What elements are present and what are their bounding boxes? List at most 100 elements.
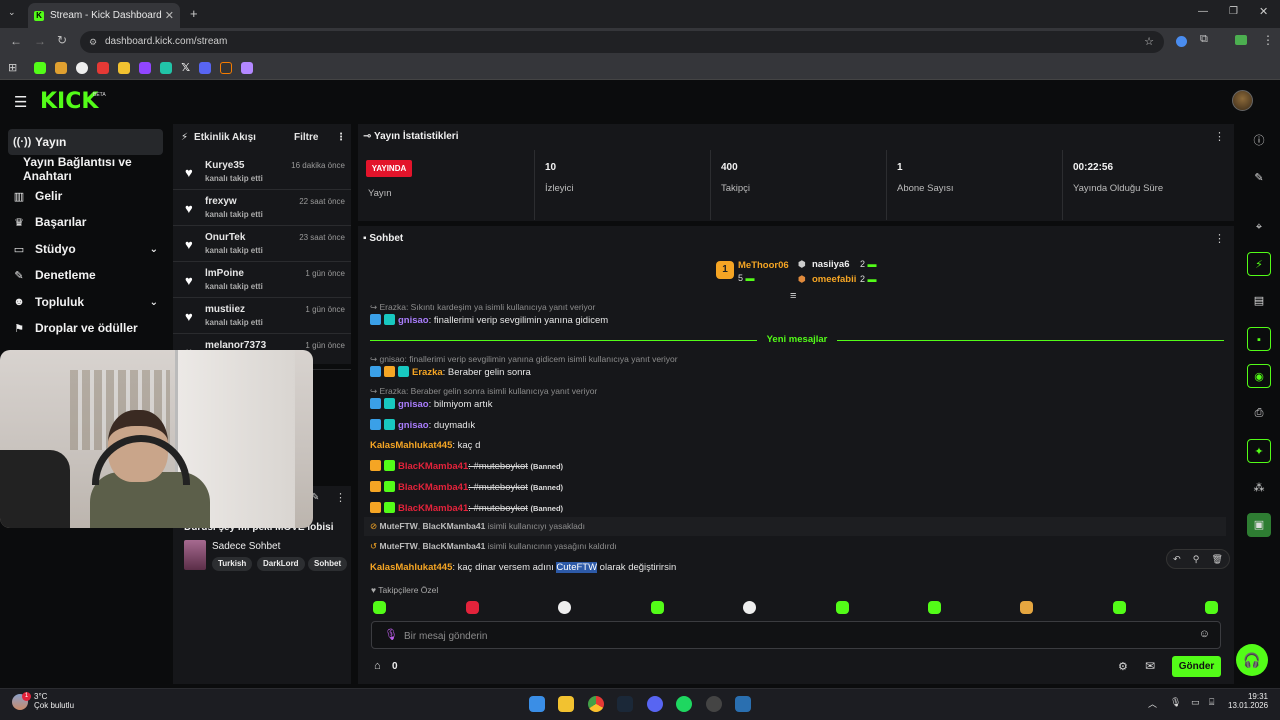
emote-icon[interactable]: [743, 601, 756, 614]
minimize-icon[interactable]: —: [1198, 6, 1208, 17]
tag-chip[interactable]: Turkish: [212, 557, 253, 571]
chat-message[interactable]: gnisao: finallerimi verip sevgilimin yan…: [370, 314, 608, 326]
tab-list-icon[interactable]: ⌄: [8, 7, 16, 18]
settings-gear-icon[interactable]: ⚙: [1118, 660, 1128, 673]
bolt-icon[interactable]: ⚡: [1247, 252, 1271, 276]
gifter-name[interactable]: MeThoor06: [738, 260, 789, 271]
follower-name[interactable]: mustiiez: [205, 304, 245, 315]
emoji-icon[interactable]: ☺: [1199, 628, 1210, 640]
filter-button[interactable]: Filtre: [294, 132, 318, 143]
chat-username[interactable]: BlacKMamba41: [398, 503, 468, 514]
store-icon[interactable]: ⌂: [374, 660, 381, 672]
bookmark-star-icon[interactable]: ☆: [1144, 31, 1154, 53]
tag-chip[interactable]: DarkLord: [257, 557, 305, 571]
emote-icon[interactable]: [1020, 601, 1033, 614]
chat-message[interactable]: BlacKMamba41: #muteboykot (Banned): [370, 502, 563, 514]
broadcast-icon[interactable]: ◉: [1247, 364, 1271, 388]
follower-name[interactable]: frexyw: [205, 196, 237, 207]
stream-category[interactable]: Sadece Sohbet: [212, 541, 280, 552]
wrench-icon[interactable]: ✦: [1247, 439, 1271, 463]
avatar-thumb-icon[interactable]: ▣: [1247, 513, 1271, 537]
forward-icon[interactable]: →: [34, 34, 46, 48]
chrome-icon[interactable]: [588, 696, 604, 712]
edit-icon[interactable]: ✎: [1247, 166, 1271, 190]
bookmark-icon[interactable]: [160, 61, 173, 74]
monitor-icon[interactable]: ▭: [1191, 697, 1200, 708]
maximize-icon[interactable]: ❐: [1229, 6, 1238, 17]
sidebar-item-studyo[interactable]: ▭ Stüdyo ⌄: [8, 236, 163, 262]
sidebar-item-basarilar[interactable]: ♛ Başarılar: [8, 209, 163, 235]
sidebar-item-denetleme[interactable]: ✎ Denetleme: [8, 262, 163, 288]
stats-menu-icon[interactable]: ⋮: [1214, 130, 1225, 143]
avatar[interactable]: [1232, 90, 1253, 111]
capture-icon[interactable]: ⌖: [1247, 215, 1271, 239]
chat-message[interactable]: BlacKMamba41: #muteboykot (Banned): [370, 460, 563, 472]
emote-icon[interactable]: [373, 601, 386, 614]
follower-name[interactable]: Kurye35: [205, 160, 244, 171]
back-icon[interactable]: ←: [10, 34, 22, 48]
chat-username[interactable]: KalasMahlukat445: [370, 562, 452, 573]
browser-menu-icon[interactable]: ⋮: [1262, 33, 1274, 47]
send-button[interactable]: Gönder: [1172, 656, 1221, 677]
emote-icon[interactable]: [836, 601, 849, 614]
chat-users-icon[interactable]: ✉: [1145, 659, 1155, 673]
printer-icon[interactable]: ⎙: [1247, 401, 1271, 425]
chat-menu-icon[interactable]: ⋮: [1214, 232, 1225, 245]
bookmark-kick-icon[interactable]: [34, 61, 47, 74]
window-close-icon[interactable]: ✕: [1259, 5, 1268, 18]
file-explorer-icon[interactable]: [558, 696, 574, 712]
spotify-icon[interactable]: [676, 696, 692, 712]
microphone-icon[interactable]: 🎙: [384, 628, 398, 641]
bookmark-icon[interactable]: [199, 61, 212, 74]
chat-message[interactable]: Erazka: Beraber gelin sonra: [370, 366, 531, 378]
chat-message[interactable]: KalasMahlukat445: kaç d: [370, 440, 480, 451]
chat-username[interactable]: BlacKMamba41: [398, 461, 468, 472]
chat-bubble-icon[interactable]: ▪: [1247, 327, 1271, 351]
bookmark-icon[interactable]: [220, 61, 233, 74]
chat-username[interactable]: KalasMahlukat445: [370, 440, 452, 451]
emote-icon[interactable]: [1205, 601, 1218, 614]
discord-icon[interactable]: [647, 696, 663, 712]
chat-username[interactable]: gnisao: [398, 315, 429, 326]
emote-icon[interactable]: [466, 601, 479, 614]
bookmark-youtube-icon[interactable]: [97, 61, 110, 74]
windows-start-icon[interactable]: [529, 696, 545, 712]
reply-icon[interactable]: ↶: [1173, 554, 1181, 565]
tag-chip[interactable]: Sohbet: [308, 557, 348, 571]
profile-extension-icon[interactable]: [1235, 35, 1247, 45]
tab-close-icon[interactable]: ✕: [165, 9, 174, 22]
clock[interactable]: 19:31 13.01.2026: [1228, 692, 1268, 710]
bookmark-twitch-icon[interactable]: [139, 61, 152, 74]
sidebar-item-topluluk[interactable]: ☻ Topluluk ⌄: [8, 289, 163, 315]
bookmark-icon[interactable]: [76, 61, 89, 74]
info-icon[interactable]: ⓘ: [1247, 129, 1271, 153]
delete-icon[interactable]: 🗑: [1211, 554, 1222, 565]
users-icon[interactable]: ⁂: [1247, 476, 1271, 500]
tray-chevron-icon[interactable]: ︿: [1148, 697, 1157, 710]
chat-message[interactable]: BlacKMamba41: #muteboykot (Banned): [370, 481, 563, 493]
feed-menu-icon[interactable]: ⋮: [336, 132, 346, 143]
sidebar-item-yayin[interactable]: ((·)) Yayın: [8, 129, 163, 155]
chat-message[interactable]: gnisao: bilmiyom artık: [370, 398, 493, 410]
browser-tab[interactable]: K Stream - Kick Dashboard ✕: [28, 3, 180, 28]
bookmark-icon[interactable]: [118, 61, 131, 74]
url-field[interactable]: ⚙ dashboard.kick.com/stream ☆: [80, 31, 1164, 53]
weather-widget[interactable]: 3°C Çok bulutlu: [34, 692, 74, 710]
emote-icon[interactable]: [928, 601, 941, 614]
emote-icon[interactable]: [558, 601, 571, 614]
kick-logo[interactable]: KICK: [40, 89, 98, 114]
reload-icon[interactable]: ↻: [57, 33, 67, 47]
chat-message[interactable]: gnisao: duymadık: [370, 419, 475, 431]
bookmark-icon[interactable]: [55, 61, 68, 74]
chat-username[interactable]: BlacKMamba41: [398, 482, 468, 493]
chat-username[interactable]: Erazka: [412, 367, 443, 378]
steam-icon[interactable]: [617, 696, 633, 712]
document-icon[interactable]: ▤: [1247, 289, 1271, 313]
follower-name[interactable]: OnurTek: [205, 232, 245, 243]
support-icon[interactable]: 🎧: [1236, 644, 1268, 676]
gifter-name[interactable]: nasiiya6: [812, 259, 850, 270]
follower-name[interactable]: lmPoine: [205, 268, 244, 279]
site-info-icon[interactable]: ⚙: [89, 31, 97, 53]
gifter-name[interactable]: omeefabii: [812, 274, 856, 285]
emote-icon[interactable]: [651, 601, 664, 614]
